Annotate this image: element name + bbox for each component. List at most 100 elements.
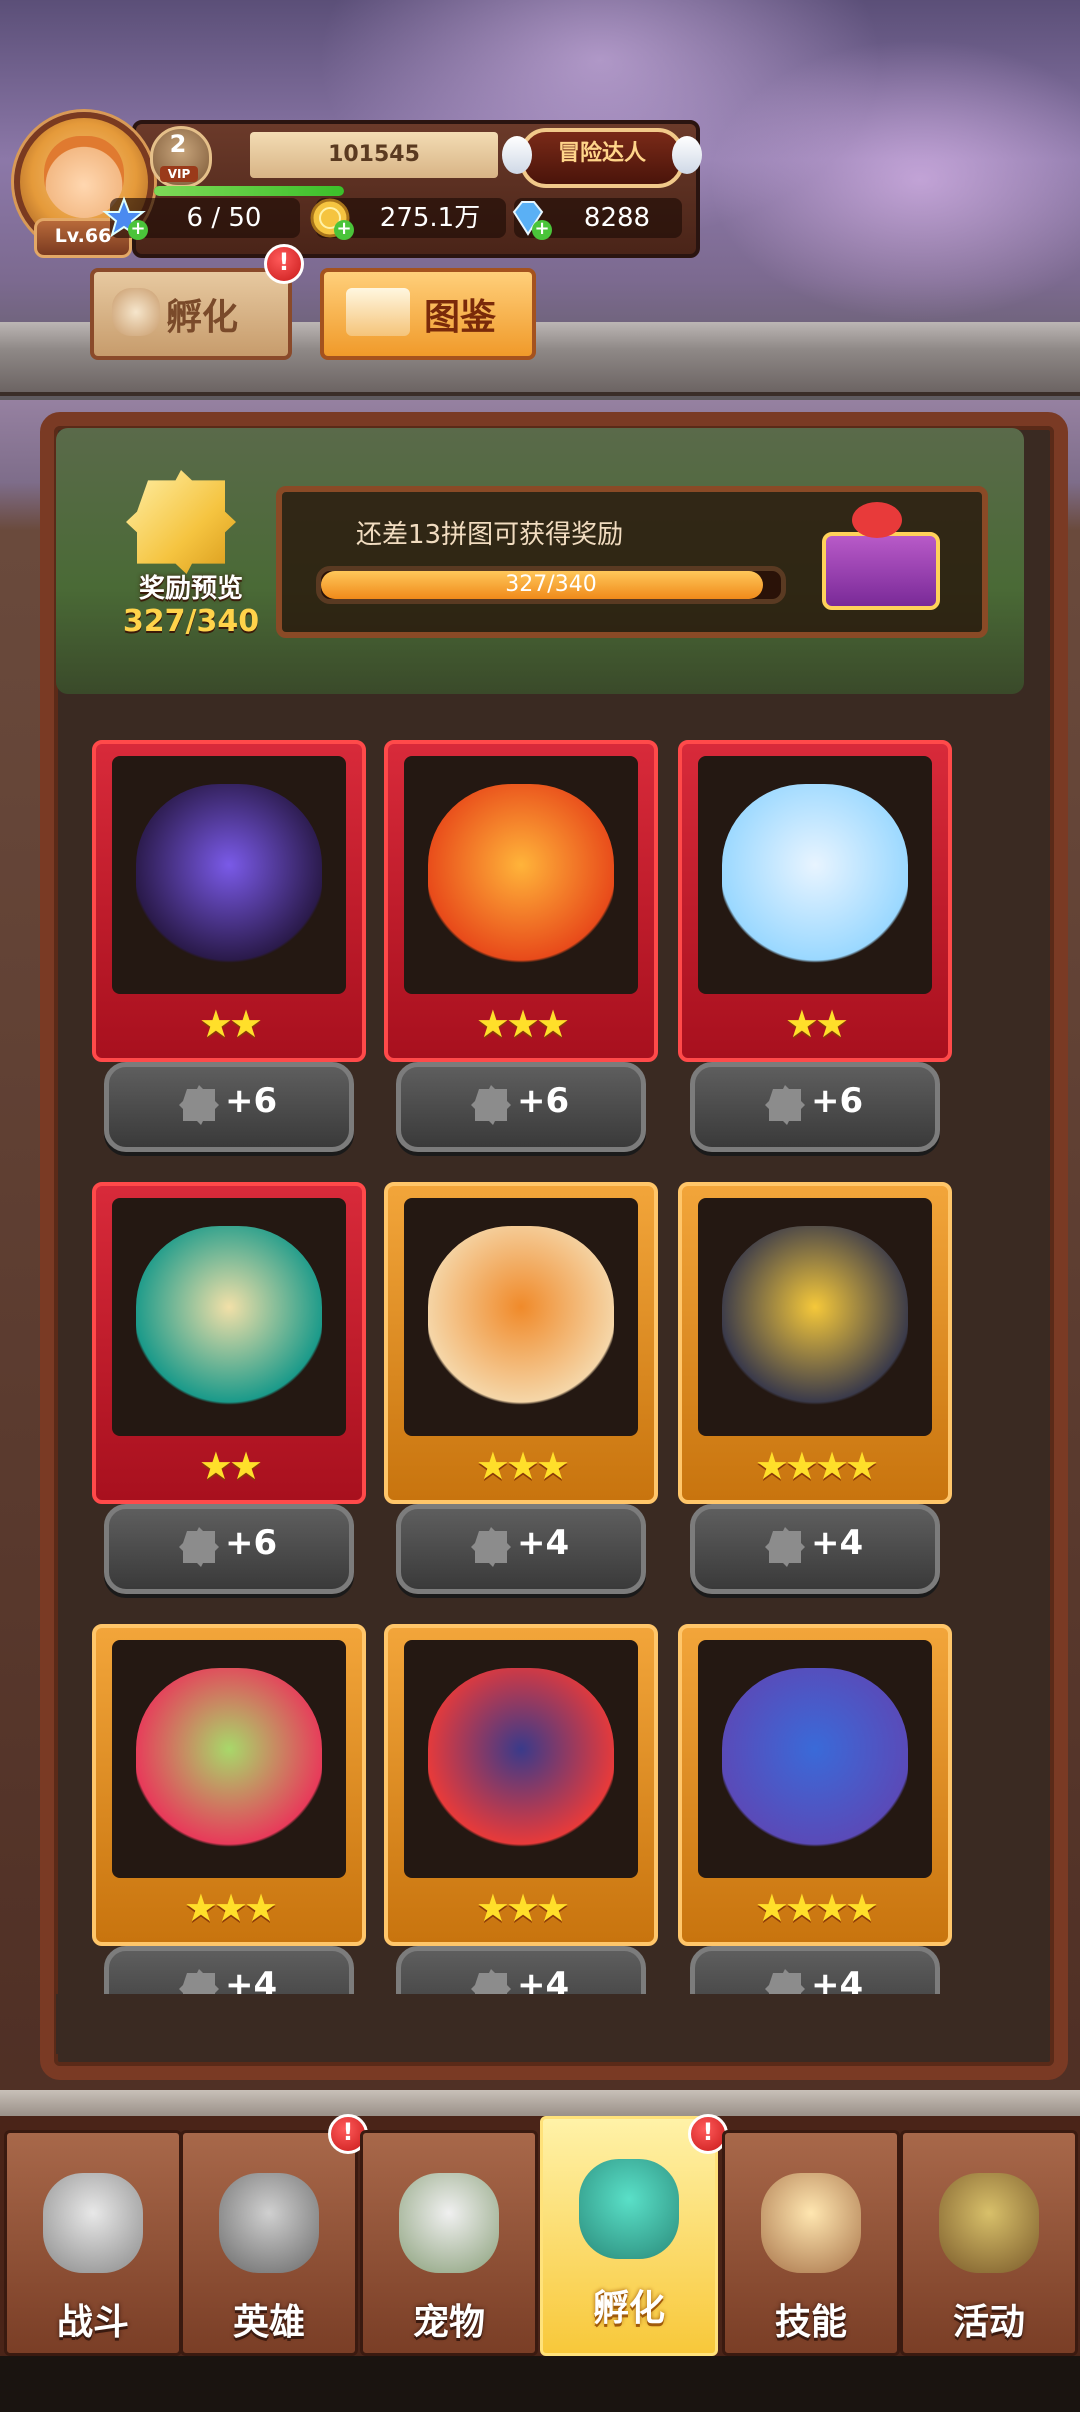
nav-item-5[interactable]: 活动 (900, 2130, 1078, 2356)
pet-pieces-button[interactable]: +6 (690, 1062, 940, 1152)
pet-creature-icon (722, 1226, 908, 1406)
knight-helmet-icon (219, 2173, 319, 2273)
nav-item-1[interactable]: 英雄 (180, 2130, 358, 2356)
pet-creature-icon (136, 784, 322, 964)
nav-item-label: 战斗 (56, 2302, 129, 2343)
pet-card[interactable]: ★★★ (92, 1624, 366, 1946)
puzzle-piece-icon (471, 1085, 511, 1125)
pet-creature-icon (136, 1226, 322, 1406)
puzzle-piece-icon (179, 1085, 219, 1125)
winged-pet-icon (399, 2173, 499, 2273)
gold-puzzle-icon (126, 470, 236, 574)
pet-star-rating: ★★ (198, 1444, 263, 1488)
pet-card[interactable]: ★★★ (384, 740, 658, 1062)
pet-star-rating: ★★★ (475, 1886, 570, 1930)
pet-creature-icon (722, 1668, 908, 1848)
system-bottom-bar (0, 2356, 1080, 2412)
vip-tag: VIP (160, 166, 198, 182)
gold-counter[interactable]: + 275.1万 (310, 198, 506, 240)
reward-preview-count: 327/340 (122, 604, 260, 639)
nav-item-label: 活动 (952, 2302, 1025, 2343)
gem-counter[interactable]: + 8288 (512, 198, 682, 240)
pet-creature-icon (428, 1226, 614, 1406)
nav-item-0[interactable]: 战斗 (4, 2130, 182, 2356)
pet-star-rating: ★★ (198, 1002, 263, 1046)
nav-item-label: 技能 (774, 2302, 847, 2343)
pet-star-rating: ★★★★ (754, 1886, 879, 1930)
tab-hatch-alert-badge: ! (264, 244, 304, 284)
pet-pieces-button[interactable]: +4 (690, 1504, 940, 1594)
pet-pieces-count: +6 (517, 1081, 570, 1121)
pet-pieces-count: +6 (225, 1081, 278, 1121)
pet-creature-icon (428, 1668, 614, 1848)
stamina-value: 6 / 50 (186, 203, 262, 233)
reward-hint: 还差13拼图可获得奖励 (356, 520, 624, 550)
pet-pieces-button[interactable]: +4 (396, 1504, 646, 1594)
tab-codex-label: 图鉴 (424, 297, 497, 338)
puzzle-piece-icon (765, 1527, 805, 1567)
pet-creature-icon (722, 784, 908, 964)
player-title-badge[interactable]: 冒险达人 (502, 128, 702, 188)
pet-star-rating: ★★★ (475, 1002, 570, 1046)
pet-star-rating: ★★ (784, 1002, 849, 1046)
vip-badge[interactable]: 2 VIP (144, 126, 214, 188)
pet-creature-icon (136, 1668, 322, 1848)
pet-star-rating: ★★★★ (754, 1444, 879, 1488)
reward-progress-bar: 327/340 (316, 566, 786, 604)
pet-pieces-count: +4 (811, 1523, 864, 1563)
pet-card[interactable]: ★★ (92, 1182, 366, 1504)
tab-codex[interactable]: 图鉴 (320, 268, 536, 360)
spellbook-icon (761, 2173, 861, 2273)
pet-pieces-count: +6 (225, 1523, 278, 1563)
grid-scroll-mask (56, 1994, 1024, 2054)
tab-hatch[interactable]: 孵化 (90, 268, 292, 360)
pet-pieces-button[interactable]: +6 (104, 1504, 354, 1594)
pet-pieces-button[interactable]: +6 (396, 1062, 646, 1152)
nav-item-3[interactable]: 孵化 (540, 2116, 718, 2356)
reward-preview-label: 奖励预览 (138, 574, 243, 604)
puzzle-piece-icon (765, 1085, 805, 1125)
reward-progress-text: 327/340 (505, 572, 597, 597)
xp-bar-fill (154, 186, 344, 196)
stamina-counter[interactable]: + 6 / 50 (102, 196, 300, 240)
pet-card[interactable]: ★★★★ (678, 1624, 952, 1946)
player-id: 101545 (250, 132, 498, 178)
tab-hatch-label: 孵化 (166, 297, 239, 338)
add-gem-icon[interactable]: + (532, 220, 552, 240)
nav-item-label: 英雄 (232, 2302, 305, 2343)
egg-icon (112, 288, 160, 336)
add-stamina-icon[interactable]: + (128, 220, 148, 240)
add-gold-icon[interactable]: + (334, 220, 354, 240)
pet-creature-icon (428, 784, 614, 964)
pet-card[interactable]: ★★★ (384, 1624, 658, 1946)
pet-pieces-count: +6 (811, 1081, 864, 1121)
puzzle-piece-icon (471, 1527, 511, 1567)
xp-bar (154, 186, 344, 196)
gem-value: 8288 (583, 203, 651, 233)
chest-bow (852, 502, 902, 538)
chest-body (822, 532, 940, 610)
pet-pieces-count: +4 (517, 1523, 570, 1563)
pet-pieces-button[interactable]: +6 (104, 1062, 354, 1152)
bottom-navigation: 战斗 英雄! 宠物 孵化! 技能 活动 (0, 2114, 1080, 2356)
nav-item-2[interactable]: 宠物 (360, 2130, 538, 2356)
nav-item-4[interactable]: 技能 (722, 2130, 900, 2356)
pet-card[interactable]: ★★ (92, 740, 366, 1062)
pet-card[interactable]: ★★★★ (678, 1182, 952, 1504)
player-header: Lv.66 2 VIP 101545 冒险达人 + 6 / 50 + 275.1… (14, 112, 702, 262)
nav-item-label: 孵化 (592, 2288, 665, 2329)
gold-value: 275.1万 (379, 203, 481, 233)
nav-rail (0, 2090, 1080, 2116)
pet-card[interactable]: ★★ (678, 740, 952, 1062)
pet-star-rating: ★★★ (183, 1886, 278, 1930)
event-scroll-icon (939, 2173, 1039, 2273)
open-book-icon (346, 288, 410, 336)
pet-star-rating: ★★★ (475, 1444, 570, 1488)
pet-card[interactable]: ★★★ (384, 1182, 658, 1504)
crossed-swords-icon (43, 2173, 143, 2273)
vip-level: 2 (169, 130, 187, 158)
egg-icon (579, 2159, 679, 2259)
nav-item-label: 宠物 (412, 2302, 485, 2343)
treasure-chest-icon[interactable] (812, 492, 942, 612)
puzzle-piece-icon (179, 1527, 219, 1567)
